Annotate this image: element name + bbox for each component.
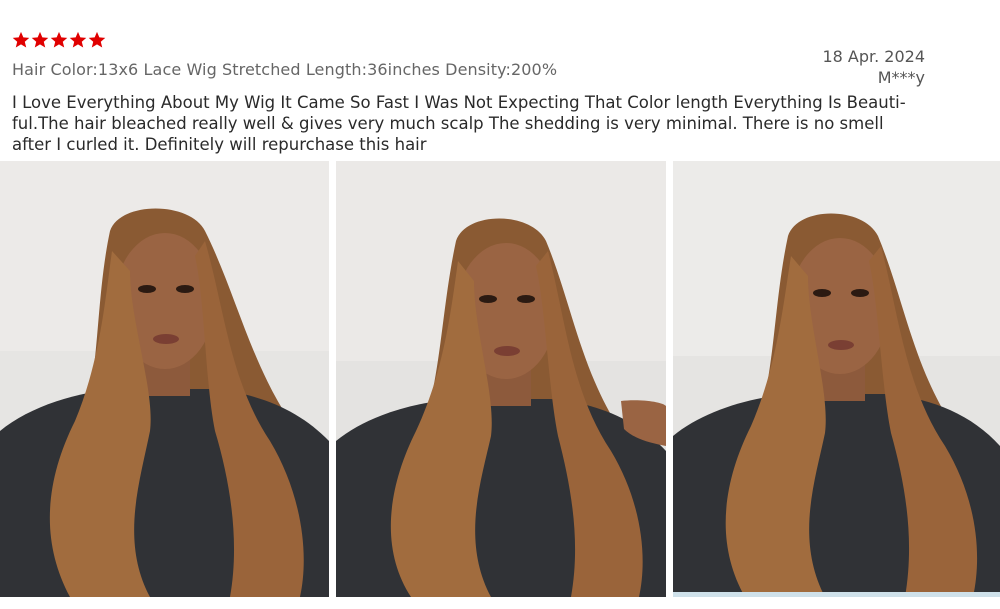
star-icon [12, 31, 30, 48]
review-date: 18 Apr. 2024 [822, 47, 925, 66]
star-icon [88, 31, 106, 48]
star-icon [69, 31, 87, 48]
divider [673, 592, 1000, 597]
star-icon [31, 31, 49, 48]
review-card: Hair Color:13x6 Lace Wig Stretched Lengt… [0, 0, 1000, 609]
rating-stars [12, 31, 106, 49]
product-spec: Hair Color:13x6 Lace Wig Stretched Lengt… [12, 60, 558, 79]
review-photo[interactable] [673, 161, 1000, 597]
review-photos [0, 161, 1000, 597]
photo-image [0, 161, 329, 597]
star-icon [50, 31, 68, 48]
review-meta: 18 Apr. 2024 M***y [822, 46, 925, 88]
review-photo[interactable] [336, 161, 666, 597]
photo-image [336, 161, 666, 597]
review-body: I Love Everything About My Wig It Came S… [12, 93, 906, 154]
photo-image [673, 161, 1000, 597]
review-author: M***y [877, 68, 925, 87]
review-photo[interactable] [0, 161, 329, 597]
